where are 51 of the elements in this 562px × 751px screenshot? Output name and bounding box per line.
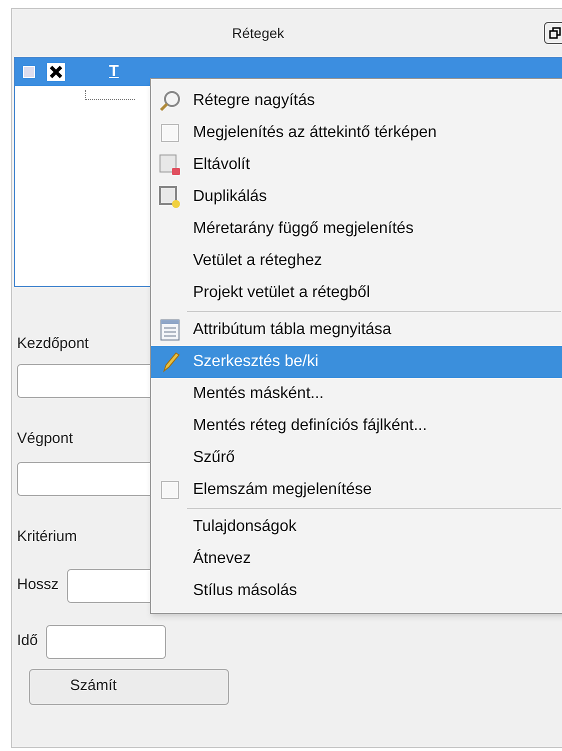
float-button[interactable] (544, 22, 562, 44)
menu-item[interactable]: Mentés másként... (151, 378, 562, 410)
menu-item-label: Átnevez (193, 548, 251, 569)
visibility-checkbox[interactable] (47, 63, 65, 81)
table-icon (158, 318, 182, 342)
panel-title: Rétegek (231, 24, 286, 43)
menu-item-label: Szűrő (193, 448, 235, 468)
menu-item[interactable]: Átnevez (151, 543, 562, 575)
layer-duplicate-icon (158, 185, 182, 209)
menu-item[interactable]: Szűrő (151, 442, 562, 474)
menu-item-label: Projekt vetület a rétegből (193, 283, 370, 303)
menu-item-label: Eltávolít (193, 155, 250, 175)
menu-item[interactable]: Duplikálás (151, 181, 562, 213)
restore-icon (549, 27, 561, 39)
menu-item[interactable]: Stílus másolás (151, 575, 562, 607)
menu-item[interactable]: Megjelenítés az áttekintő térképen (151, 117, 562, 149)
menu-item-label: Méretarány függő megjelenítés (193, 219, 414, 239)
field-label: Végpont (17, 428, 73, 448)
menu-item-label: Stílus másolás (193, 581, 298, 601)
menu-item-label: Elemszám megjelenítése (193, 480, 372, 500)
menu-item[interactable]: Projekt vetület a rétegből (151, 277, 562, 309)
menu-item[interactable]: Rétegre nagyítás (151, 85, 562, 117)
menu-item[interactable]: Méretarány függő megjelenítés (151, 213, 562, 245)
layer-remove-icon (158, 153, 182, 177)
menu-item-label: Szerkesztés be/ki (193, 352, 318, 372)
section-label: Kritérium (17, 527, 78, 547)
line-symbol-icon (85, 90, 135, 100)
time-field[interactable] (46, 624, 166, 658)
field-label: Hossz (17, 575, 59, 596)
menu-item[interactable]: Eltávolít (151, 149, 562, 181)
menu-item-label: Rétegre nagyítás (193, 91, 315, 111)
checkbox[interactable] (161, 124, 179, 142)
menu-item[interactable]: Elemszám megjelenítése (151, 474, 562, 506)
menu-item-label: Attribútum tábla megnyitása (193, 320, 392, 340)
collapse-icon[interactable] (23, 66, 35, 78)
menu-item-label: Vetület a réteghez (193, 251, 322, 271)
menu-item[interactable]: Vetület a réteghez (151, 245, 562, 277)
magnifier-icon (158, 89, 182, 113)
field-label: Idő (17, 631, 38, 652)
checkbox[interactable] (161, 481, 179, 499)
menu-item-label: Megjelenítés az áttekintő térképen (193, 123, 437, 143)
menu-item-label: Mentés másként... (193, 384, 324, 404)
menu-item[interactable]: Tulajdonságok (151, 511, 562, 543)
menu-item[interactable]: Attribútum tábla megnyitása (151, 314, 562, 346)
menu-item-label: Duplikálás (193, 187, 267, 207)
menu-item-label: Mentés réteg definíciós fájlként... (193, 416, 427, 436)
menu-item[interactable]: Mentés réteg definíciós fájlként... (151, 410, 562, 442)
menu-item-label: Tulajdonságok (193, 517, 296, 537)
cross-icon (49, 65, 63, 79)
field-label: Kezdőpont (17, 334, 89, 354)
calculate-button[interactable]: Számít (29, 668, 229, 704)
